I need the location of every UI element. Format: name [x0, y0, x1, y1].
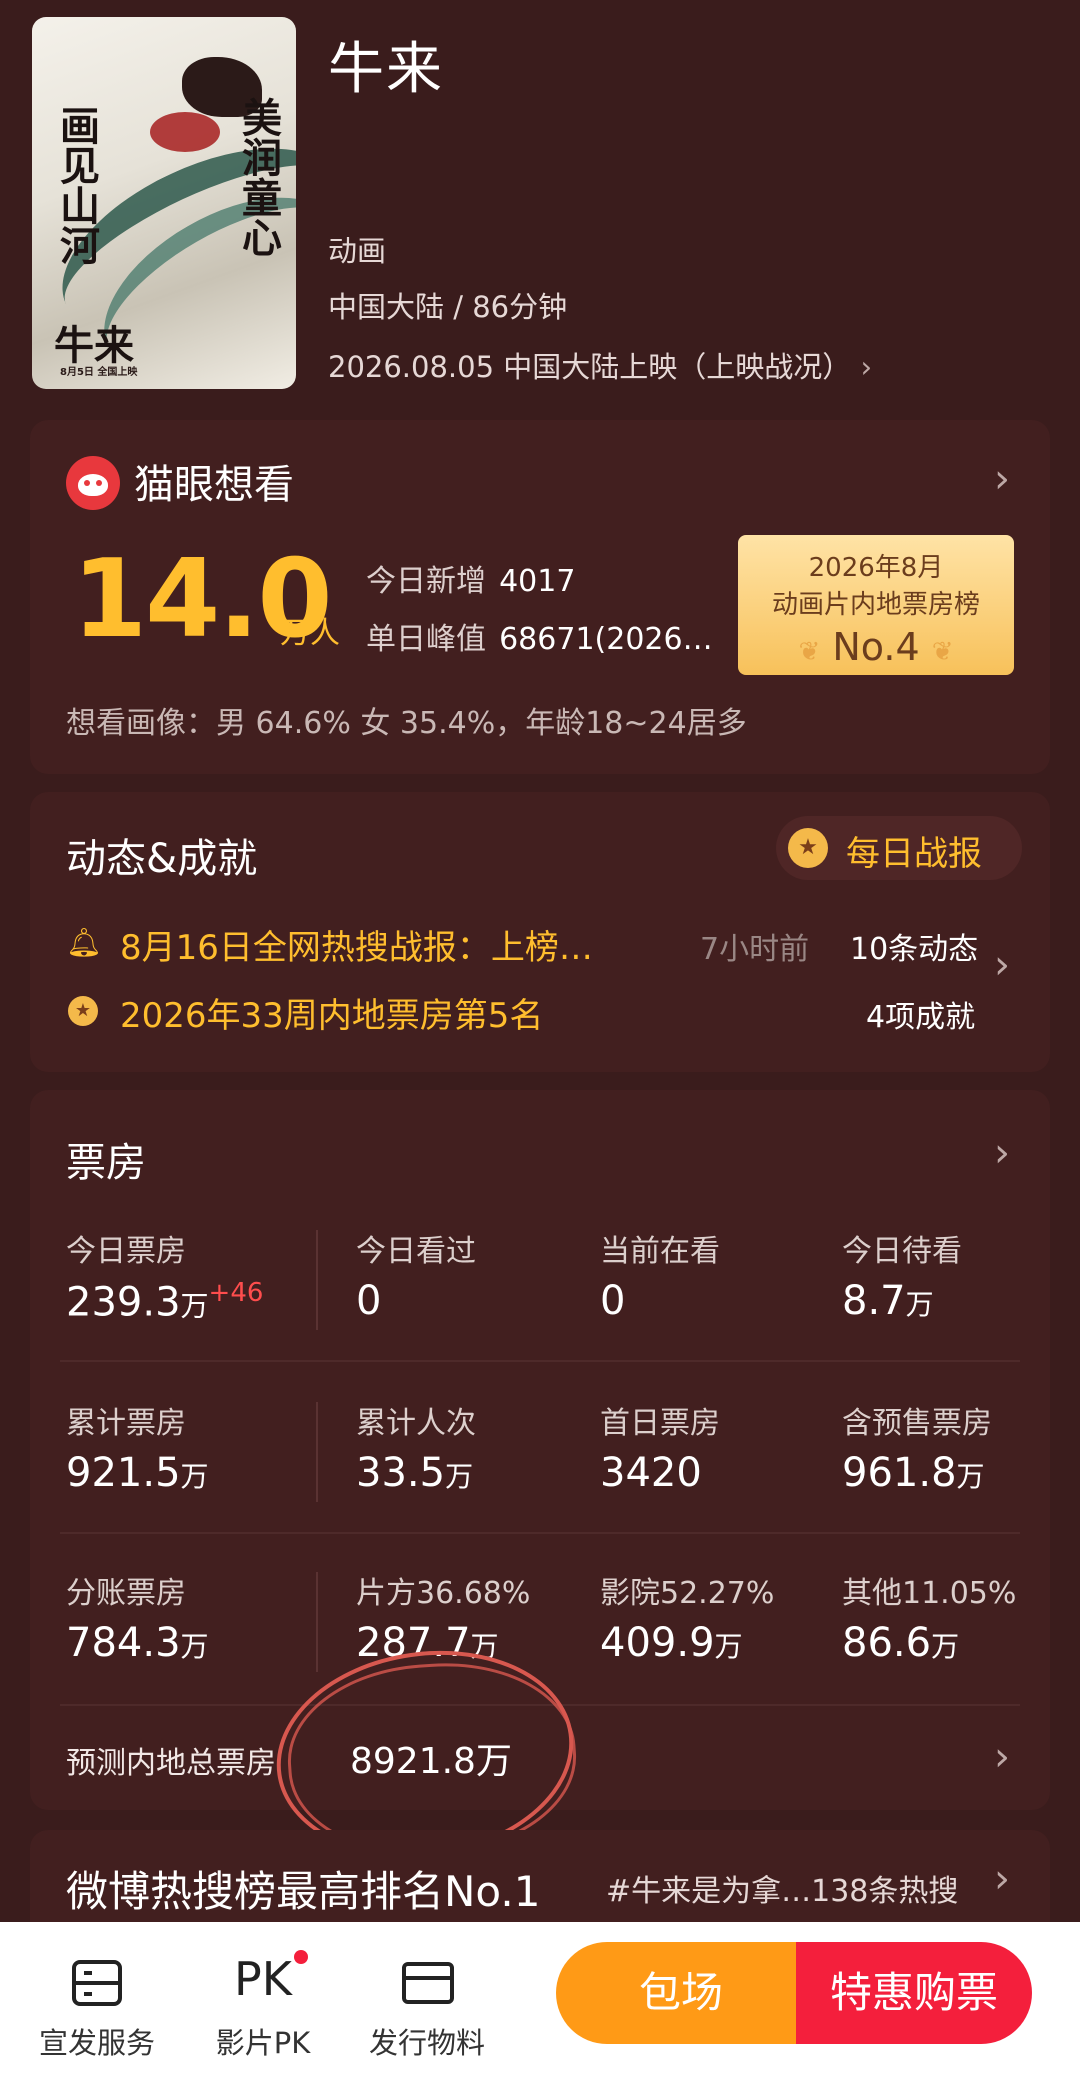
private-screening-button[interactable]: 包场: [556, 1942, 806, 2044]
first-day-value: 3420: [600, 1450, 702, 1496]
folder-icon: [402, 1962, 454, 2004]
chevron-right-icon: ›: [994, 456, 1010, 502]
total-box-office-label: 累计票房: [66, 1406, 186, 1441]
total-admissions-label: 累计人次: [356, 1406, 476, 1441]
daily-report-label: 每日战报: [846, 834, 982, 874]
rank-number: ❦ No.4 ❦: [738, 625, 1014, 669]
poster-vertical-text-right: 美润童心: [235, 97, 282, 257]
notification-dot: [294, 1950, 308, 1964]
want-to-see-unit: 万人: [280, 616, 340, 651]
pk-icon: PK: [234, 1952, 292, 2006]
peak-label: 单日峰值: [366, 622, 486, 657]
rank-no: No.4: [832, 625, 920, 669]
producer-share-label: 片方36.68%: [356, 1576, 531, 1611]
total-box-office-value: 921.5万: [66, 1450, 209, 1496]
movie-release-text: 2026.08.05 中国大陆上映（上映战况）: [328, 350, 852, 384]
movie-poster[interactable]: 画见山河 美润童心 牛来 8月5日 全国上映: [32, 17, 296, 389]
news-count: 10条动态: [850, 932, 979, 967]
presale-value: 961.8万: [842, 1450, 985, 1496]
movie-release-link[interactable]: 2026.08.05 中国大陆上映（上映战况） ›: [328, 344, 872, 386]
discount-ticket-button[interactable]: 特惠购票: [796, 1942, 1032, 2044]
chevron-right-icon: ›: [994, 942, 1010, 988]
today-new-row: 今日新增 4017: [366, 556, 575, 600]
split-box-office-value: 784.3万: [66, 1620, 209, 1666]
today-box-office-value: 239.3万+46: [66, 1278, 264, 1326]
split-box-office-label: 分账票房: [66, 1576, 186, 1611]
medal-small-icon: ★: [68, 996, 98, 1026]
today-pending-value: 8.7万: [842, 1278, 934, 1324]
daily-report-button[interactable]: ★ 每日战报: [776, 816, 1022, 880]
box-office-title: 票房: [66, 1140, 146, 1186]
peak-row: 单日峰值 68671(2026…: [366, 614, 766, 658]
chevron-right-icon: ›: [860, 350, 873, 384]
weibo-tag: #牛来是为拿…138条热搜: [606, 1874, 959, 1909]
row-divider: [60, 1360, 1020, 1362]
watching-now-value: 0: [600, 1278, 626, 1324]
column-divider: [316, 1572, 318, 1672]
movie-region-duration: 中国大陆 / 86分钟: [328, 290, 568, 324]
forecast-label: 预测内地总票房: [66, 1746, 276, 1781]
maoyan-cat-icon: [66, 456, 120, 510]
first-day-label: 首日票房: [600, 1406, 720, 1441]
chevron-right-icon: ›: [994, 1734, 1010, 1780]
cinema-share-label: 影院52.27%: [600, 1576, 775, 1611]
weibo-title: 微博热搜榜最高排名No.1: [66, 1867, 541, 1916]
row-divider: [60, 1532, 1020, 1534]
rank-line-2: 动画片内地票房榜: [771, 590, 980, 620]
nav-pk-label: 影片PK: [215, 2026, 311, 2060]
news-item-1-time: 7小时前: [700, 932, 810, 967]
laurel-right-icon: ❦: [931, 637, 954, 667]
audience-portrait: 想看画像：男 64.6% 女 35.4%，年龄18~24居多: [66, 706, 747, 741]
today-watched-value: 0: [356, 1278, 382, 1324]
other-share-value: 86.6万: [842, 1620, 960, 1666]
news-item-1[interactable]: 8月16日全网热搜战报：上榜…: [120, 920, 593, 969]
rank-line-1: 2026年8月: [808, 553, 944, 583]
medal-icon: ★: [788, 828, 828, 868]
poster-vertical-text-left: 画见山河: [53, 105, 100, 265]
bell-icon: 🔔︎: [66, 926, 102, 959]
achievement-item[interactable]: 2026年33周内地票房第5名: [120, 988, 543, 1037]
peak-value: 68671(2026…: [499, 622, 713, 657]
laurel-left-icon: ❦: [798, 637, 821, 667]
want-to-see-title: 猫眼想看: [134, 462, 294, 508]
presale-label: 含预售票房: [842, 1406, 992, 1441]
news-title: 动态&成就: [66, 836, 258, 882]
chevron-right-icon: ›: [994, 1130, 1010, 1176]
column-divider: [316, 1402, 318, 1502]
today-pending-label: 今日待看: [842, 1234, 962, 1269]
today-new-label: 今日新增: [366, 564, 486, 599]
rank-badge[interactable]: 2026年8月 动画片内地票房榜 ❦ No.4 ❦: [738, 535, 1014, 675]
today-new-value: 4017: [499, 564, 576, 599]
other-share-label: 其他11.05%: [842, 1576, 1017, 1611]
poster-red-cloth: [150, 112, 220, 152]
achievement-count: 4项成就: [866, 1000, 976, 1035]
total-admissions-value: 33.5万: [356, 1450, 474, 1496]
news-achievements-card[interactable]: 动态&成就 ★ 每日战报 🔔︎ 8月16日全网热搜战报：上榜… 7小时前 10条…: [30, 792, 1050, 1072]
nav-materials-label: 发行物料: [368, 2026, 485, 2060]
movie-genre: 动画: [328, 234, 387, 268]
column-divider: [316, 1230, 318, 1330]
chevron-right-icon: ›: [994, 1856, 1010, 1902]
server-icon: [72, 1960, 122, 2006]
nav-promotion-label: 宣发服务: [38, 2026, 155, 2060]
poster-date: 8月5日 全国上映: [60, 367, 138, 378]
cinema-share-value: 409.9万: [600, 1620, 743, 1666]
watching-now-label: 当前在看: [600, 1234, 720, 1269]
today-box-office-delta: +46: [208, 1278, 264, 1308]
today-box-office-label: 今日票房: [66, 1234, 186, 1269]
movie-title: 牛来: [328, 37, 444, 102]
today-watched-label: 今日看过: [356, 1234, 476, 1269]
